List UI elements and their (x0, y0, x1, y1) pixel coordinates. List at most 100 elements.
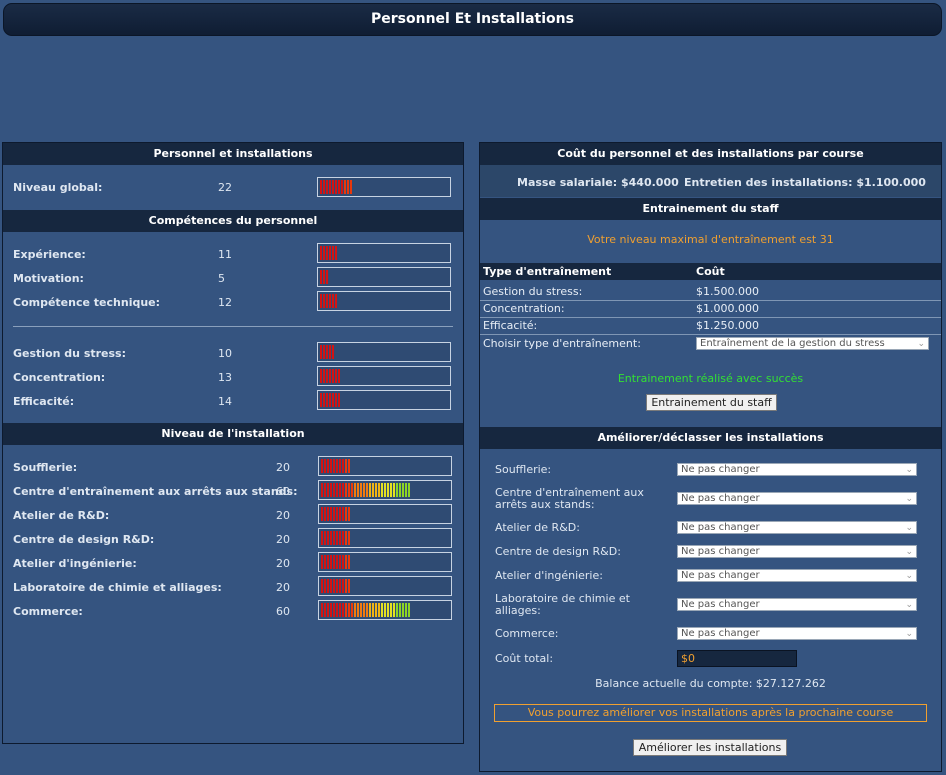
training-cost-concentration: $1.000.000 (696, 302, 759, 315)
skills-divider (13, 326, 453, 327)
bar-segment (348, 555, 350, 569)
salary-text: Masse salariale: $440.000 (517, 176, 679, 189)
bar-segment (345, 603, 347, 617)
bar-segment (405, 603, 407, 617)
bar-segment (348, 507, 350, 521)
skill-efficiency-value: 14 (218, 395, 232, 408)
facility-rd-workshop-bar (318, 504, 452, 524)
bar-segment (342, 507, 344, 521)
bar-segment (330, 483, 332, 497)
bar-segment (323, 180, 325, 194)
bar-segment (342, 603, 344, 617)
upgrade-pitstop-select[interactable]: Ne pas changer ⌄ (677, 492, 917, 505)
bar-segment (360, 603, 362, 617)
bar-segment (321, 507, 323, 521)
bar-segment (326, 270, 328, 284)
costs-training-panel: Coût du personnel et des installations p… (479, 142, 942, 772)
upgrade-engineering-label: Atelier d'ingénierie: (495, 569, 603, 582)
upgrade-rd-design-value: Ne pas changer (681, 546, 760, 557)
bar-segment (320, 345, 322, 359)
bar-segment (345, 459, 347, 473)
upgrade-chemistry-select[interactable]: Ne pas changer ⌄ (677, 598, 917, 611)
bar-segment (396, 603, 398, 617)
bar-segment (366, 603, 368, 617)
upgrade-commerce-select[interactable]: Ne pas changer ⌄ (677, 627, 917, 640)
bar-segment (333, 459, 335, 473)
choose-training-label: Choisir type d'entraînement: (483, 337, 641, 350)
bar-segment (324, 459, 326, 473)
training-cost-col: Coût (696, 265, 725, 278)
training-success-text: Entrainement réalisé avec succès (617, 372, 804, 385)
facility-wind-tunnel-bar (318, 456, 452, 476)
bar-segment (326, 345, 328, 359)
training-type-select[interactable]: Entraînement de la gestion du stress ⌄ (696, 337, 929, 350)
upgrade-rd-design-select[interactable]: Ne pas changer ⌄ (677, 545, 917, 558)
bar-segment (378, 483, 380, 497)
bar-segment (357, 483, 359, 497)
bar-segment (324, 483, 326, 497)
bar-segment (326, 369, 328, 383)
upgrade-rd-workshop-label: Atelier de R&D: (495, 521, 580, 534)
bar-segment (335, 180, 337, 194)
bar-segment (329, 246, 331, 260)
train-staff-button[interactable]: Entrainement du staff (646, 394, 777, 411)
training-cost-efficiency: $1.250.000 (696, 319, 759, 332)
bar-segment (321, 579, 323, 593)
bar-segment (338, 393, 340, 407)
total-cost-field[interactable]: $0 (677, 650, 797, 667)
bar-segment (324, 531, 326, 545)
upgrade-facilities-button[interactable]: Améliorer les installations (633, 739, 787, 756)
bar-segment (378, 603, 380, 617)
section-header-staff: Personnel et installations (3, 143, 463, 165)
chevron-down-icon: ⌄ (905, 547, 913, 557)
bar-segment (333, 483, 335, 497)
bar-segment (348, 459, 350, 473)
bar-segment (348, 483, 350, 497)
facility-wind-tunnel-value: 20 (276, 461, 290, 474)
bar-segment (330, 579, 332, 593)
bar-segment (399, 483, 401, 497)
bar-segment (330, 603, 332, 617)
bar-segment (366, 483, 368, 497)
bar-segment (336, 579, 338, 593)
bar-segment (381, 483, 383, 497)
bar-segment (320, 180, 322, 194)
global-level-value: 22 (218, 181, 232, 194)
bar-segment (341, 180, 343, 194)
bar-segment (336, 507, 338, 521)
skill-motivation-label: Motivation: (13, 272, 84, 285)
bar-segment (324, 579, 326, 593)
training-type-concentration: Concentration: (483, 302, 565, 315)
skill-technical-bar (317, 291, 451, 311)
bar-segment (320, 369, 322, 383)
upgrade-wind-tunnel-select[interactable]: Ne pas changer ⌄ (677, 463, 917, 476)
bar-segment (321, 603, 323, 617)
upgrade-engineering-select[interactable]: Ne pas changer ⌄ (677, 569, 917, 582)
facility-commerce-value: 60 (276, 605, 290, 618)
bar-segment (336, 531, 338, 545)
facility-engineering-label: Atelier d'ingénierie: (13, 557, 137, 570)
section-header-skills: Compétences du personnel (3, 210, 463, 232)
global-level-label: Niveau global: (13, 181, 103, 194)
bar-segment (326, 294, 328, 308)
training-type-select-value: Entraînement de la gestion du stress (700, 338, 885, 349)
staff-facilities-panel: Personnel et installations Niveau global… (2, 142, 464, 744)
bar-segment (338, 369, 340, 383)
bar-segment (329, 393, 331, 407)
bar-segment (345, 555, 347, 569)
bar-segment (335, 369, 337, 383)
upgrade-commerce-value: Ne pas changer (681, 628, 760, 639)
bar-segment (369, 483, 371, 497)
chevron-down-icon: ⌄ (905, 494, 913, 504)
skill-efficiency-label: Efficacité: (13, 395, 75, 408)
bar-segment (323, 270, 325, 284)
upgrade-rd-workshop-select[interactable]: Ne pas changer ⌄ (677, 521, 917, 534)
bar-segment (333, 507, 335, 521)
bar-segment (339, 507, 341, 521)
bar-segment (327, 579, 329, 593)
bar-segment (363, 603, 365, 617)
skill-concentration-value: 13 (218, 371, 232, 384)
bar-segment (332, 393, 334, 407)
bar-segment (342, 579, 344, 593)
bar-segment (345, 507, 347, 521)
